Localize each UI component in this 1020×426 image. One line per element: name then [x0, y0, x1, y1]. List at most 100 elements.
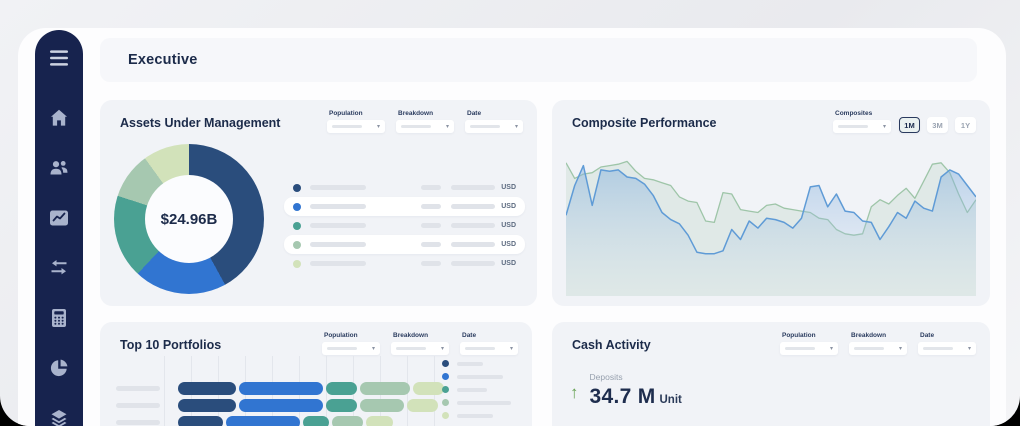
portfolio-legend [442, 360, 511, 425]
filter-select-date[interactable]: ▾ [460, 342, 518, 355]
currency-label: USD [501, 222, 516, 229]
users-icon [49, 158, 69, 178]
legend-row[interactable] [442, 386, 511, 393]
legend-row[interactable]: USD [284, 254, 525, 273]
filter-group-cash: Population▾Breakdown▾Date▾ [780, 332, 976, 355]
bar-segment [407, 399, 438, 412]
bar-segment [366, 416, 393, 426]
placeholder-value [327, 347, 357, 350]
filter-select-population[interactable]: ▾ [322, 342, 380, 355]
placeholder-value [451, 261, 495, 266]
placeholder-row-label [116, 403, 160, 408]
legend-row[interactable]: USD [284, 197, 525, 216]
placeholder-value [421, 242, 441, 247]
legend-row[interactable]: USD [284, 235, 525, 254]
placeholder-label [310, 261, 366, 266]
stacked-bar[interactable] [178, 382, 444, 395]
metric-label: Deposits [590, 372, 682, 382]
sidebar-item-menu[interactable] [48, 48, 70, 68]
legend-row[interactable] [442, 360, 511, 367]
stacked-bar[interactable] [178, 416, 393, 426]
legend-dot [293, 184, 301, 192]
portfolio-bar-row [116, 399, 444, 412]
legend-dot [442, 399, 449, 406]
placeholder-value [401, 125, 431, 128]
legend-dot [293, 260, 301, 268]
legend-dot [442, 373, 449, 380]
filter-label-date: Date [920, 332, 976, 339]
sidebar-item-calculator[interactable] [49, 308, 69, 328]
sidebar-item-pie[interactable] [49, 358, 69, 378]
legend-row[interactable] [442, 412, 511, 419]
sidebar-item-layers[interactable] [49, 408, 69, 426]
placeholder-label [457, 362, 483, 366]
filter-select-date[interactable]: ▾ [918, 342, 976, 355]
sidebar-item-users[interactable] [49, 158, 69, 178]
bar-segment [326, 382, 357, 395]
filter-select-breakdown[interactable]: ▾ [396, 120, 454, 133]
filter-breakdown: Breakdown▾ [849, 332, 907, 355]
filter-select-breakdown[interactable]: ▾ [849, 342, 907, 355]
composite-line-chart[interactable] [566, 144, 976, 296]
legend-row[interactable]: USD [284, 216, 525, 235]
placeholder-value [470, 125, 500, 128]
donut-hole: $24.96B [145, 175, 233, 263]
page-header: Executive [100, 38, 977, 82]
stacked-bar[interactable] [178, 399, 438, 412]
chevron-down-icon: ▾ [968, 346, 971, 352]
up-arrow-icon: ↑ [570, 383, 579, 409]
sidebar-item-home[interactable] [49, 108, 69, 128]
legend-row[interactable] [442, 373, 511, 380]
chevron-down-icon: ▾ [510, 346, 513, 352]
legend-dot [442, 360, 449, 367]
placeholder-row-label [116, 386, 160, 391]
currency-label: USD [501, 203, 516, 210]
portfolio-bars [116, 382, 444, 426]
home-icon [49, 108, 69, 128]
card-title-cash: Cash Activity [572, 338, 651, 352]
layers-icon [49, 408, 69, 426]
legend-row[interactable]: USD [284, 178, 525, 197]
filter-select-date[interactable]: ▾ [465, 120, 523, 133]
legend-dot [293, 241, 301, 249]
aum-donut-chart[interactable]: $24.96B [114, 144, 264, 294]
filter-select-population[interactable]: ▾ [780, 342, 838, 355]
range-button-1m[interactable]: 1M [899, 117, 920, 133]
filter-select-population[interactable]: ▾ [327, 120, 385, 133]
chevron-down-icon: ▾ [377, 124, 380, 130]
calculator-icon [49, 308, 69, 328]
filter-select-breakdown[interactable]: ▾ [391, 342, 449, 355]
bar-segment [178, 416, 223, 426]
line-chart-svg [566, 144, 976, 296]
legend-row[interactable] [442, 399, 511, 406]
metric-unit: Unit [660, 394, 682, 406]
bar-segment [303, 416, 329, 426]
placeholder-label [457, 401, 511, 405]
placeholder-label [457, 414, 493, 418]
filter-label-population: Population [329, 110, 385, 117]
placeholder-value [451, 204, 495, 209]
bar-segment [326, 399, 357, 412]
placeholder-value [421, 185, 441, 190]
bar-segment [332, 416, 363, 426]
placeholder-value [421, 204, 441, 209]
filter-select-composites[interactable]: ▾ [833, 120, 891, 133]
placeholder-value [854, 347, 884, 350]
legend-dot [442, 386, 449, 393]
range-button-1y[interactable]: 1Y [955, 117, 976, 133]
sidebar-item-chart[interactable] [49, 208, 69, 228]
pie-icon [49, 358, 69, 378]
placeholder-value [451, 223, 495, 228]
legend-dot [293, 222, 301, 230]
placeholder-value [838, 125, 868, 128]
range-button-3m[interactable]: 3M [927, 117, 948, 133]
filter-date: Date ▾ [460, 332, 518, 355]
composite-controls: Composites▾ 1M3M1Y [833, 110, 976, 133]
card-cash-activity: Cash Activity Population▾Breakdown▾Date▾… [552, 322, 990, 426]
card-title-composite: Composite Performance [572, 116, 716, 130]
portfolio-bar-row [116, 382, 444, 395]
placeholder-value [785, 347, 815, 350]
filter-label-date: Date [462, 332, 518, 339]
placeholder-value [332, 125, 362, 128]
sidebar-item-transfers[interactable] [49, 258, 69, 278]
